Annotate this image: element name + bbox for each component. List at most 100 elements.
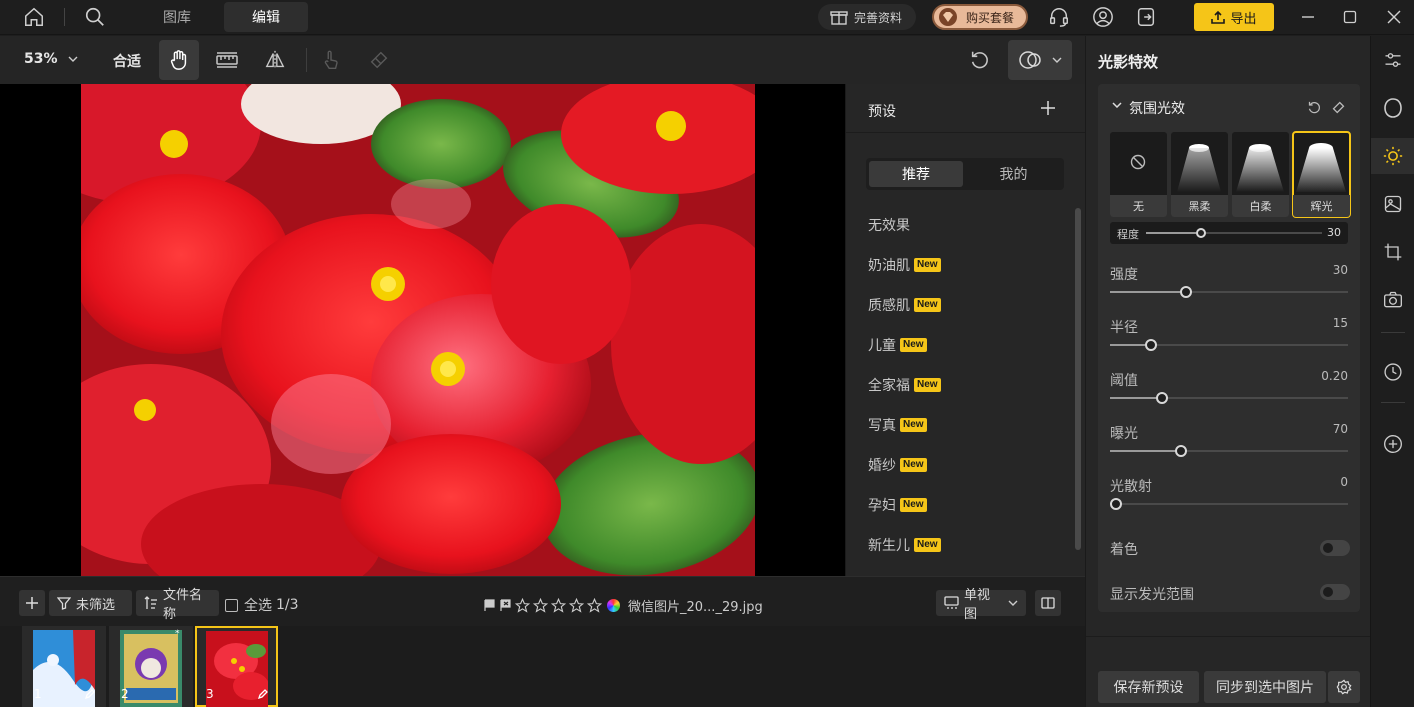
user-icon[interactable]	[1089, 3, 1117, 31]
photo-begonia	[81, 84, 755, 576]
thumbnail-selected[interactable]: 3	[195, 626, 278, 707]
touch-tool-button[interactable]	[311, 40, 351, 80]
preset-item[interactable]: 新生儿 New	[868, 535, 941, 555]
gear-icon	[1336, 679, 1352, 695]
effect-label: 辉光	[1293, 195, 1350, 217]
reject-flag-icon[interactable]	[499, 599, 512, 612]
sort-label: 文件名称	[163, 588, 203, 622]
reset-icon[interactable]	[1307, 100, 1322, 115]
compare-view-button[interactable]	[1035, 590, 1061, 616]
preset-item[interactable]: 质感肌 New	[868, 295, 941, 315]
star-icon[interactable]	[533, 598, 548, 613]
show-glow-range-toggle[interactable]	[1320, 584, 1350, 600]
add-image-button[interactable]	[19, 590, 45, 616]
effect-glow[interactable]: 辉光	[1292, 131, 1351, 218]
image-canvas[interactable]	[0, 84, 845, 576]
fit-button[interactable]: 合适	[113, 51, 141, 71]
slider-knob[interactable]	[1156, 392, 1169, 404]
close-icon[interactable]	[1380, 3, 1408, 31]
tab-edit[interactable]: 编辑	[224, 2, 308, 32]
slider-track[interactable]	[1110, 286, 1348, 298]
color-label-icon[interactable]	[607, 599, 620, 612]
zoom-select[interactable]: 53%	[24, 51, 78, 67]
star-icon[interactable]	[515, 598, 530, 613]
edit-pencil-icon	[257, 688, 269, 700]
slider-track[interactable]	[1110, 445, 1348, 457]
save-preset-button[interactable]: 保存新预设	[1098, 671, 1199, 703]
flip-tool-button[interactable]	[255, 40, 295, 80]
tint-toggle[interactable]	[1320, 540, 1350, 556]
select-all-checkbox[interactable]: 全选 1/3	[225, 595, 299, 615]
star-icon[interactable]	[551, 598, 566, 613]
effect-label: 黑柔	[1171, 195, 1228, 217]
view-mode-select[interactable]: 单视图	[936, 588, 1026, 622]
slider-knob[interactable]	[1174, 445, 1187, 457]
slider-track[interactable]	[1110, 498, 1348, 510]
headset-icon[interactable]	[1045, 3, 1073, 31]
sort-filename-button[interactable]: 文件名称	[136, 588, 219, 622]
effect-black-soft[interactable]: 黑柔	[1171, 132, 1228, 217]
gift-icon	[830, 9, 848, 25]
sync-settings-button[interactable]	[1328, 671, 1360, 703]
search-icon[interactable]	[81, 3, 109, 31]
preset-item[interactable]: 全家福 New	[868, 375, 941, 395]
no-entry-icon	[1130, 154, 1146, 170]
preset-label: 婚纱	[868, 458, 896, 474]
filmstrip-toolbar: 未筛选 文件名称 全选 1/3 微信图片_20..._29.jpg 单视图	[0, 576, 1085, 626]
new-badge: New	[900, 418, 927, 432]
history-clock-icon[interactable]	[1371, 354, 1414, 390]
tab-recommended[interactable]: 推荐	[869, 161, 963, 187]
filter-button[interactable]: 未筛选	[49, 590, 132, 616]
preset-item[interactable]: 婚纱 New	[868, 455, 927, 475]
slider-knob[interactable]	[1179, 286, 1192, 298]
compare-dropdown[interactable]	[1008, 40, 1072, 80]
image-adjust-icon[interactable]	[1371, 186, 1414, 222]
adjust-sliders-icon[interactable]	[1371, 42, 1414, 78]
slider-track[interactable]	[1110, 392, 1348, 404]
preset-item[interactable]: 奶油肌 New	[868, 255, 941, 275]
reset-button[interactable]	[960, 40, 1000, 80]
complete-profile-button[interactable]: 完善资料	[818, 4, 916, 30]
add-preset-icon[interactable]	[1040, 100, 1056, 116]
flag-icon[interactable]	[483, 599, 496, 612]
preset-item[interactable]: 孕妇 New	[868, 495, 927, 515]
slider-knob[interactable]	[1144, 339, 1157, 351]
crop-icon[interactable]	[1371, 234, 1414, 270]
face-icon[interactable]	[1371, 90, 1414, 126]
camera-icon[interactable]	[1371, 282, 1414, 318]
home-icon[interactable]	[20, 3, 48, 31]
effect-none[interactable]: 无	[1110, 132, 1167, 217]
light-effects-tab[interactable]	[1371, 138, 1414, 174]
star-icon[interactable]	[587, 598, 602, 613]
ruler-tool-button[interactable]	[207, 40, 247, 80]
preset-item[interactable]: 无效果	[868, 215, 910, 235]
chevron-down-icon[interactable]	[1112, 102, 1122, 108]
maximize-icon[interactable]	[1336, 3, 1364, 31]
hand-tool-button[interactable]	[159, 40, 199, 80]
add-circle-icon[interactable]	[1371, 426, 1414, 462]
minimize-icon[interactable]	[1294, 3, 1322, 31]
tab-mine[interactable]: 我的	[966, 161, 1061, 187]
degree-slider[interactable]: 程度 30	[1110, 222, 1348, 244]
thumbnail[interactable]: 2 *	[109, 626, 193, 707]
export-button[interactable]: 导出	[1194, 3, 1274, 31]
buy-plan-button[interactable]: 购买套餐	[932, 4, 1028, 30]
slider-knob[interactable]	[1110, 498, 1122, 510]
spotlight-icon	[1177, 144, 1221, 192]
logout-icon[interactable]	[1132, 3, 1160, 31]
upload-icon	[1211, 10, 1226, 24]
new-badge: New	[914, 298, 941, 312]
presets-scrollbar[interactable]	[1075, 208, 1081, 550]
star-icon[interactable]	[569, 598, 584, 613]
preset-item[interactable]: 写真 New	[868, 415, 927, 435]
slider-track[interactable]	[1110, 339, 1348, 351]
effect-white-soft[interactable]: 白柔	[1232, 132, 1289, 217]
preset-item[interactable]: 儿童 New	[868, 335, 927, 355]
overlap-circles-icon	[1018, 49, 1044, 71]
thumbnail[interactable]: 1	[22, 626, 106, 707]
degree-knob[interactable]	[1195, 228, 1206, 238]
eraser-icon[interactable]	[1331, 100, 1346, 115]
sync-button[interactable]: 同步到选中图片	[1204, 671, 1326, 703]
tab-library[interactable]: 图库	[135, 2, 219, 32]
eraser-tool-button[interactable]	[359, 40, 399, 80]
